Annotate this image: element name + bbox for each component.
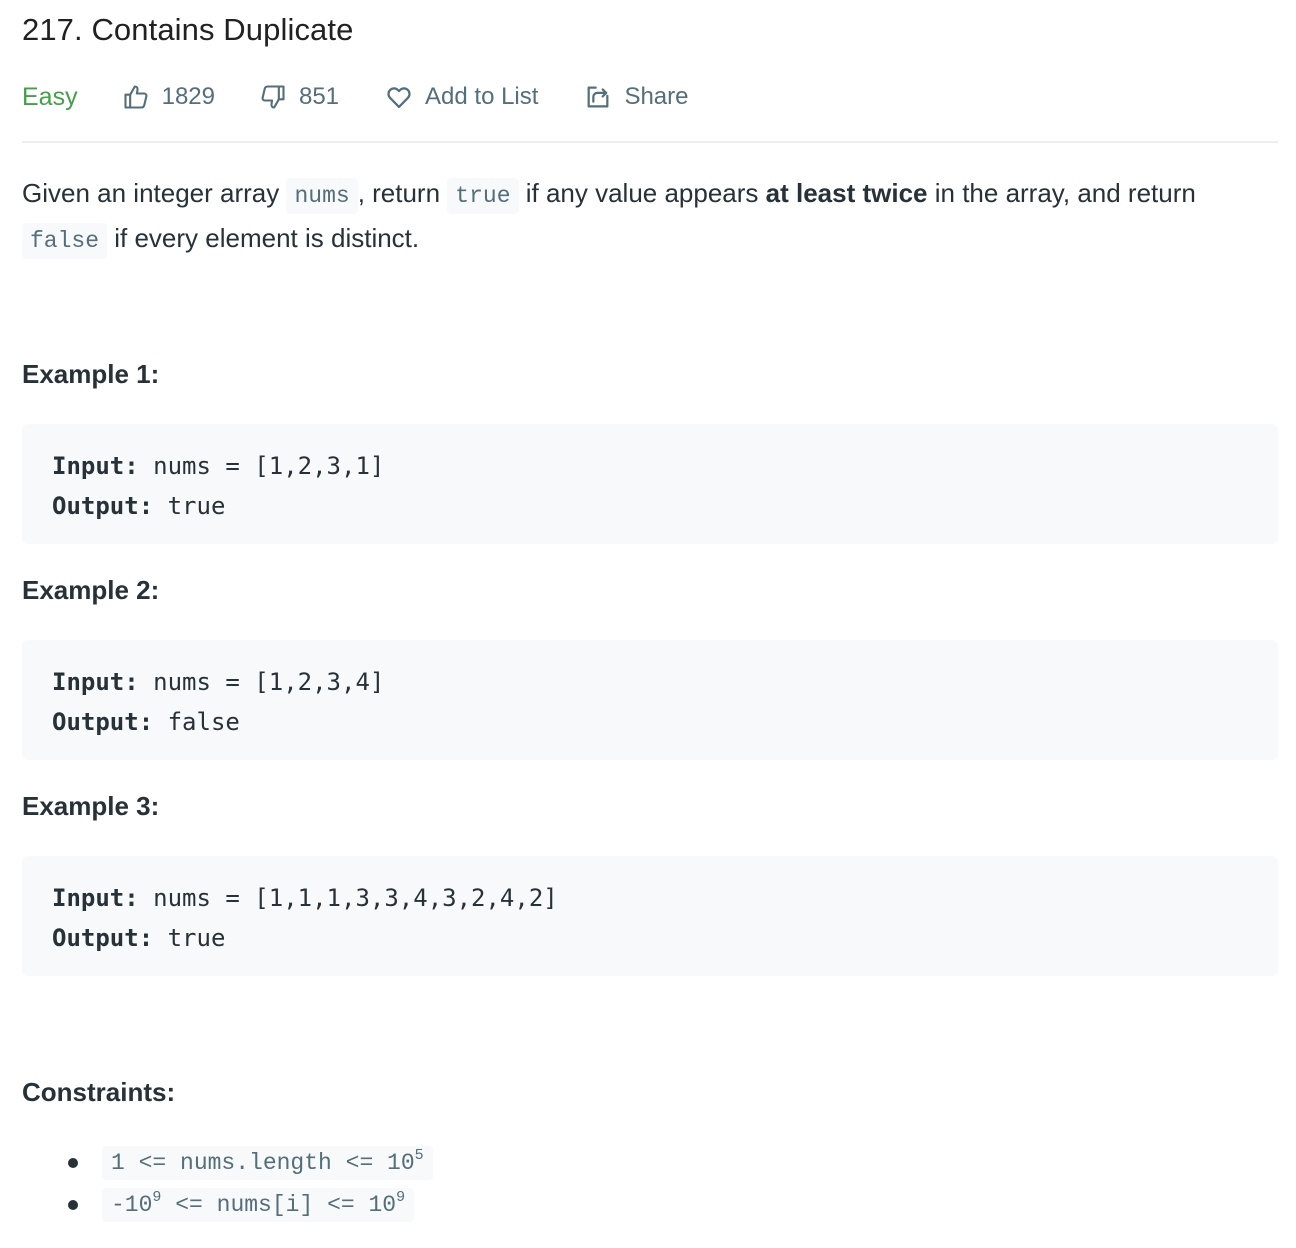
constraint-code: -109 <= nums[i] <= 109 — [102, 1188, 415, 1222]
example-3-heading: Example 3: — [22, 791, 160, 821]
example-2-heading: Example 2: — [22, 575, 160, 605]
constraint-text: -10 — [111, 1192, 153, 1218]
input-label: Input: — [52, 884, 139, 912]
input-label: Input: — [52, 668, 139, 696]
statement-text: if any value appears — [518, 178, 766, 208]
statement-text: if every element is distinct. — [107, 223, 420, 253]
input-value: nums = [1,2,3,1] — [138, 452, 385, 480]
input-label: Input: — [52, 452, 139, 480]
add-to-list-label: Add to List — [425, 83, 539, 110]
constraint-text: 1 <= nums.length <= 10 — [111, 1150, 415, 1176]
like-button[interactable]: 1829 — [122, 83, 215, 111]
inline-code-true: true — [447, 178, 519, 214]
difficulty-label: Easy — [22, 82, 78, 111]
problem-statement: Given an integer array nums, return true… — [22, 172, 1278, 262]
problem-title: 217. Contains Duplicate — [22, 12, 354, 47]
bullet-icon — [68, 1158, 78, 1168]
constraint-exponent: 9 — [396, 1189, 406, 1206]
input-value: nums = [1,1,1,3,3,4,3,2,4,2] — [138, 884, 558, 912]
constraint-item: 1 <= nums.length <= 105 — [66, 1142, 433, 1184]
header-divider — [22, 141, 1278, 143]
statement-text: in the array, and return — [927, 178, 1196, 208]
output-label: Output: — [52, 492, 154, 520]
thumbs-down-icon — [259, 83, 287, 111]
statement-text: , return — [357, 178, 448, 208]
heart-icon — [385, 83, 413, 111]
constraint-code: 1 <= nums.length <= 105 — [102, 1146, 433, 1180]
share-label: Share — [624, 83, 689, 110]
share-icon — [584, 83, 612, 111]
constraint-item: -109 <= nums[i] <= 109 — [66, 1184, 433, 1226]
output-value: true — [153, 492, 226, 520]
constraint-exponent: 5 — [414, 1147, 424, 1164]
output-label: Output: — [52, 708, 154, 736]
add-to-list-button[interactable]: Add to List — [385, 83, 538, 111]
constraint-text: <= nums[i] <= 10 — [161, 1192, 397, 1218]
statement-text: Given an integer array — [22, 178, 287, 208]
inline-code-nums: nums — [286, 178, 358, 214]
constraints-heading: Constraints: — [22, 1077, 176, 1107]
dislike-count: 851 — [298, 83, 340, 110]
output-value: true — [153, 924, 226, 952]
problem-meta-bar: Easy 1829 851 Add to List Share — [22, 78, 688, 116]
like-count: 1829 — [161, 83, 215, 110]
statement-emphasis: at least twice — [765, 178, 928, 208]
example-1-code: Input: nums = [1,2,3,1] Output: true — [22, 424, 1278, 544]
bullet-icon — [68, 1200, 78, 1210]
inline-code-false: false — [22, 223, 108, 259]
output-value: false — [153, 708, 240, 736]
constraints-list: 1 <= nums.length <= 105 -10 9 <= nums[i] … — [66, 1142, 433, 1226]
example-2-code: Input: nums = [1,2,3,4] Output: false — [22, 640, 1278, 760]
input-value: nums = [1,2,3,4] — [138, 668, 385, 696]
output-label: Output: — [52, 924, 154, 952]
example-1-heading: Example 1: — [22, 359, 160, 389]
thumbs-up-icon — [122, 83, 150, 111]
share-button[interactable]: Share — [584, 83, 688, 111]
dislike-button[interactable]: 851 — [259, 83, 339, 111]
example-3-code: Input: nums = [1,1,1,3,3,4,3,2,4,2] Outp… — [22, 856, 1278, 976]
